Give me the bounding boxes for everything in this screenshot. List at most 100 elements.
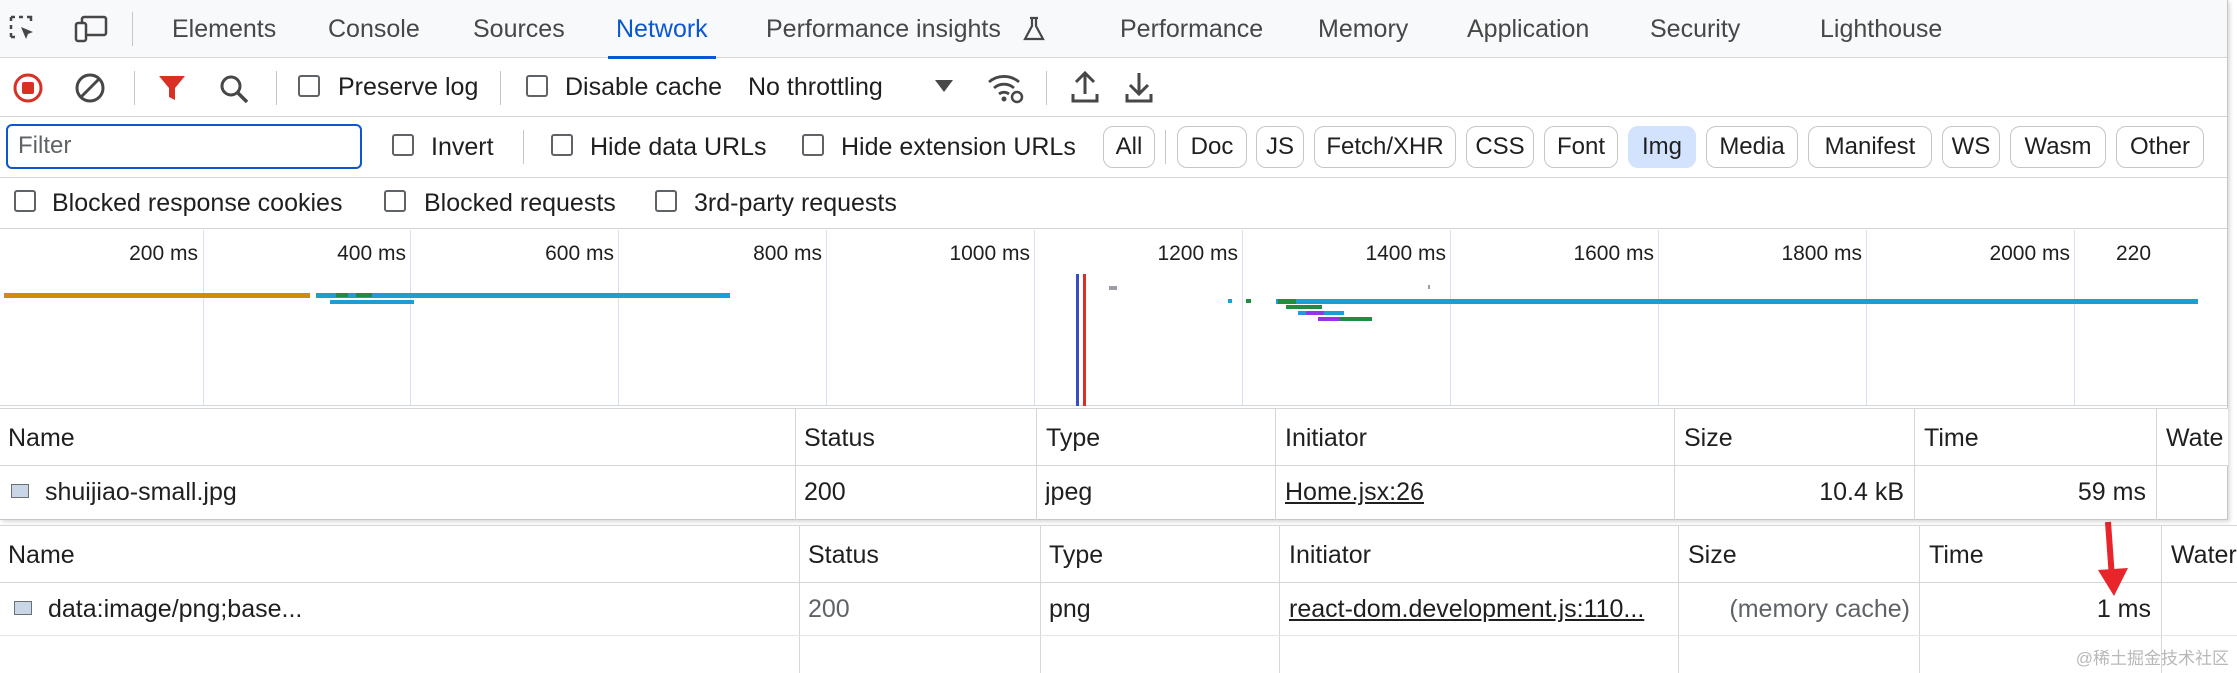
network-panel: Elements Console Sources Network Perform… bbox=[0, 0, 2228, 520]
tab-console[interactable]: Console bbox=[328, 0, 420, 58]
waterfall-bar bbox=[356, 293, 372, 297]
tick-label: 1400 ms bbox=[1365, 242, 1446, 265]
chip-ws[interactable]: WS bbox=[1942, 126, 2000, 168]
row-name[interactable]: data:image/png;base... bbox=[48, 595, 302, 624]
timeline-overview[interactable]: 200 ms 400 ms 600 ms 800 ms 1000 ms 1200… bbox=[0, 230, 2227, 406]
tab-performance[interactable]: Performance bbox=[1120, 0, 1263, 58]
tab-application[interactable]: Application bbox=[1467, 0, 1589, 58]
hide-data-urls-checkbox[interactable] bbox=[551, 134, 573, 156]
tick-label: 200 ms bbox=[129, 242, 198, 265]
image-file-icon bbox=[14, 601, 32, 615]
table-row[interactable]: data:image/png;base... 200 png react-dom… bbox=[0, 584, 2237, 636]
tab-elements[interactable]: Elements bbox=[172, 0, 276, 58]
stop-recording-icon[interactable] bbox=[12, 72, 44, 104]
disable-cache-checkbox[interactable] bbox=[526, 75, 548, 97]
tick-label: 1600 ms bbox=[1573, 242, 1654, 265]
chip-other[interactable]: Other bbox=[2116, 126, 2204, 168]
waterfall-bar bbox=[1246, 299, 1251, 303]
export-har-download-icon[interactable] bbox=[1124, 70, 1154, 104]
waterfall-bar bbox=[330, 300, 414, 304]
chip-fetch-xhr[interactable]: Fetch/XHR bbox=[1314, 126, 1456, 168]
column-name[interactable]: Name bbox=[0, 526, 75, 584]
chip-manifest[interactable]: Manifest bbox=[1808, 126, 1932, 168]
blocked-response-cookies-checkbox[interactable] bbox=[14, 190, 36, 212]
tick-label: 600 ms bbox=[545, 242, 614, 265]
third-party-requests-checkbox[interactable] bbox=[655, 190, 677, 212]
clear-icon[interactable] bbox=[74, 72, 106, 104]
filter-input[interactable]: Filter bbox=[6, 124, 362, 169]
preserve-log-checkbox[interactable] bbox=[298, 75, 320, 97]
dom-content-loaded-line bbox=[1076, 274, 1079, 406]
watermark: @稀土掘金技术社区 bbox=[2075, 649, 2229, 668]
column-time[interactable]: Time bbox=[1921, 526, 1984, 584]
row-initiator-link[interactable]: Home.jsx:26 bbox=[1285, 478, 1424, 507]
column-name[interactable]: Name bbox=[0, 409, 75, 467]
import-har-upload-icon[interactable] bbox=[1070, 70, 1100, 104]
waterfall-bar bbox=[1109, 286, 1117, 290]
column-size[interactable]: Size bbox=[1680, 526, 1737, 584]
column-initiator[interactable]: Initiator bbox=[1277, 409, 1367, 467]
blocked-requests-checkbox[interactable] bbox=[384, 190, 406, 212]
throttling-select[interactable]: No throttling bbox=[748, 73, 883, 102]
row-type: png bbox=[1049, 595, 1091, 623]
invert-label: Invert bbox=[431, 133, 494, 161]
tick-label: 1200 ms bbox=[1157, 242, 1238, 265]
search-icon[interactable] bbox=[218, 73, 250, 105]
row-status: 200 bbox=[808, 595, 850, 623]
tab-sources[interactable]: Sources bbox=[473, 0, 565, 58]
tick-label: 400 ms bbox=[337, 242, 406, 265]
tab-performance-insights[interactable]: Performance insights bbox=[766, 0, 1001, 58]
chip-css[interactable]: CSS bbox=[1466, 126, 1534, 168]
column-type[interactable]: Type bbox=[1041, 526, 1103, 584]
tab-security[interactable]: Security bbox=[1650, 0, 1740, 58]
invert-checkbox[interactable] bbox=[392, 134, 414, 156]
chip-all[interactable]: All bbox=[1103, 126, 1155, 168]
chip-wasm[interactable]: Wasm bbox=[2010, 126, 2106, 168]
column-initiator[interactable]: Initiator bbox=[1281, 526, 1371, 584]
table-row[interactable]: shuijiao-small.jpg 200 jpeg Home.jsx:26 … bbox=[0, 467, 2228, 519]
column-waterfall[interactable]: Water bbox=[2163, 526, 2237, 584]
filter-funnel-icon[interactable] bbox=[157, 73, 187, 103]
tick-label: 2000 ms bbox=[1989, 242, 2070, 265]
disable-cache-label: Disable cache bbox=[565, 73, 723, 101]
experiment-flask-icon bbox=[1022, 16, 1046, 42]
column-size[interactable]: Size bbox=[1676, 409, 1733, 467]
row-name[interactable]: shuijiao-small.jpg bbox=[45, 478, 237, 507]
waterfall-bar bbox=[1286, 305, 1322, 309]
chip-font[interactable]: Font bbox=[1544, 126, 1618, 168]
device-toolbar-icon[interactable] bbox=[74, 14, 110, 44]
column-status[interactable]: Status bbox=[800, 526, 879, 584]
column-type[interactable]: Type bbox=[1038, 409, 1100, 467]
hide-data-urls-label: Hide data URLs bbox=[590, 133, 767, 161]
chip-doc[interactable]: Doc bbox=[1177, 126, 1247, 168]
chip-js[interactable]: JS bbox=[1256, 126, 1304, 168]
chip-media[interactable]: Media bbox=[1706, 126, 1798, 168]
row-size: (memory cache) bbox=[1729, 595, 1910, 623]
waterfall-bar bbox=[1278, 299, 1296, 304]
row-initiator-link[interactable]: react-dom.development.js:110... bbox=[1289, 595, 1665, 624]
waterfall-bar bbox=[336, 293, 348, 297]
chip-img[interactable]: Img bbox=[1628, 126, 1696, 168]
row-size: 10.4 kB bbox=[1819, 478, 1904, 506]
waterfall-bar bbox=[1276, 299, 2198, 304]
column-waterfall[interactable]: Wate bbox=[2158, 409, 2223, 467]
image-file-icon bbox=[11, 484, 29, 498]
tab-memory[interactable]: Memory bbox=[1318, 0, 1408, 58]
waterfall-bar bbox=[1228, 299, 1232, 303]
inspect-element-icon[interactable] bbox=[8, 14, 38, 44]
chevron-down-icon[interactable] bbox=[934, 79, 954, 93]
column-time[interactable]: Time bbox=[1916, 409, 1979, 467]
waterfall-bar bbox=[4, 293, 310, 298]
row-status: 200 bbox=[804, 478, 846, 506]
preserve-log-label: Preserve log bbox=[338, 73, 479, 101]
column-status[interactable]: Status bbox=[796, 409, 875, 467]
request-table-header: Name Status Type Initiator Size Time Wat… bbox=[0, 525, 2237, 583]
waterfall-bar bbox=[1340, 317, 1372, 321]
hide-extension-urls-checkbox[interactable] bbox=[802, 134, 824, 156]
load-event-line bbox=[1083, 274, 1086, 406]
tick-label: 800 ms bbox=[753, 242, 822, 265]
row-time: 59 ms bbox=[2077, 478, 2146, 506]
tab-network[interactable]: Network bbox=[608, 0, 716, 59]
network-conditions-wifi-icon[interactable] bbox=[986, 71, 1024, 105]
tab-lighthouse[interactable]: Lighthouse bbox=[1820, 0, 1942, 58]
